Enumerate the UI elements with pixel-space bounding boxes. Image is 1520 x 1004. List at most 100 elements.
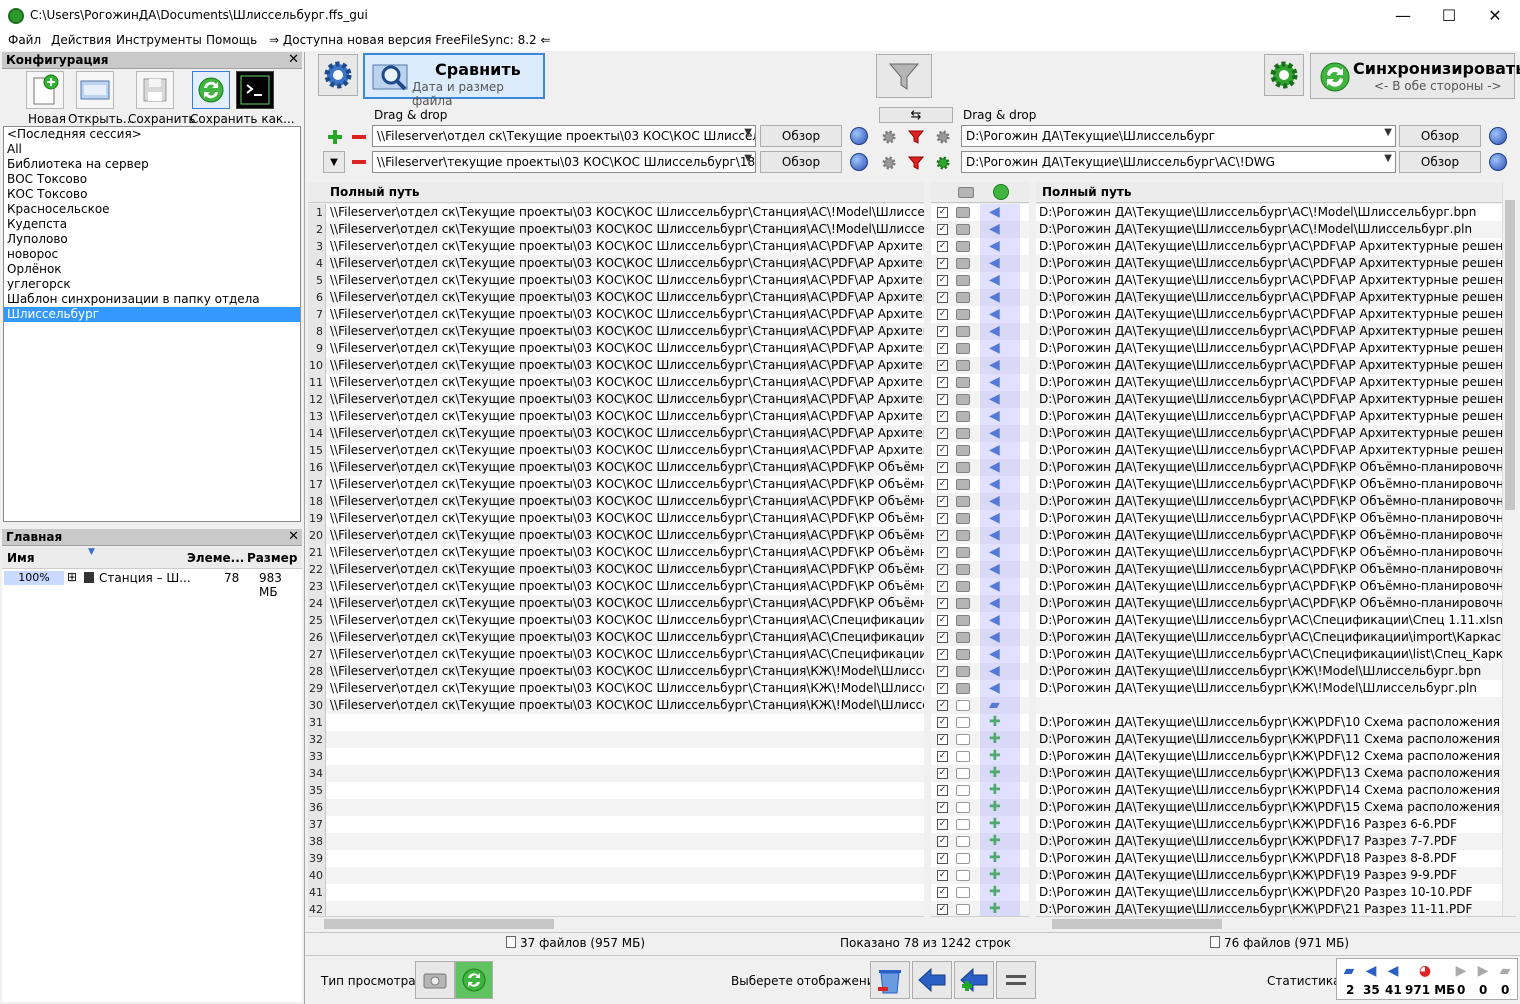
table-row[interactable]: 42 bbox=[308, 901, 924, 916]
sync-direction-header-icon[interactable] bbox=[993, 184, 1009, 200]
config-panel-close-icon[interactable]: ✕ bbox=[288, 52, 299, 67]
create-left-icon[interactable]: ✚ bbox=[989, 902, 1001, 917]
add-folder-pair-icon[interactable] bbox=[325, 127, 345, 147]
action-row[interactable]: ✓ ◀ bbox=[931, 510, 1029, 527]
create-left-icon[interactable]: ✚ bbox=[989, 834, 1001, 849]
right-path-cell[interactable]: D:\Рогожин ДА\Текущие\Шлиссельбург\КЖ\PD… bbox=[1036, 765, 1502, 782]
action-row[interactable]: ✓ ◀ bbox=[931, 221, 1029, 238]
overview-row-name[interactable]: Станция – Ш... bbox=[99, 571, 191, 585]
right-path-cell[interactable]: D:\Рогожин ДА\Текущие\Шлиссельбург\КЖ\PD… bbox=[1036, 816, 1502, 833]
right-path-cell[interactable]: D:\Рогожин ДА\Текущие\Шлиссельбург\АС\PD… bbox=[1036, 459, 1502, 476]
action-row[interactable]: ✓ ◀ bbox=[931, 391, 1029, 408]
right-path-cell[interactable]: D:\Рогожин ДА\Текущие\Шлиссельбург\АС\PD… bbox=[1036, 561, 1502, 578]
table-row[interactable]: 21 \\Fileserver\отдел ск\Текущие проекты\… bbox=[308, 544, 924, 561]
cloud-globe-icon[interactable] bbox=[850, 153, 868, 171]
cloud-globe-icon[interactable] bbox=[1489, 127, 1507, 145]
table-row[interactable]: 25 \\Fileserver\отдел ск\Текущие проекты\… bbox=[308, 612, 924, 629]
include-checkbox[interactable]: ✓ bbox=[937, 479, 948, 490]
chevron-down-icon[interactable]: ▼ bbox=[744, 127, 752, 138]
browse-right-button-2[interactable]: Обзор bbox=[1399, 151, 1481, 173]
table-row[interactable]: 4 \\Fileserver\отдел ск\Текущие проекты\0… bbox=[308, 255, 924, 272]
include-checkbox[interactable]: ✓ bbox=[937, 496, 948, 507]
left-folder-input-2[interactable]: \\Fileserver\текущие проекты\03 КОС\КОС … bbox=[372, 151, 756, 173]
config-list-item[interactable]: Орлёнок bbox=[4, 262, 300, 277]
right-path-cell[interactable]: D:\Рогожин ДА\Текущие\Шлиссельбург\АС\PD… bbox=[1036, 442, 1502, 459]
arrow-left-icon[interactable]: ◀ bbox=[989, 324, 1000, 339]
right-path-cell[interactable]: D:\Рогожин ДА\Текущие\Шлиссельбург\АС\PD… bbox=[1036, 306, 1502, 323]
table-row[interactable]: 28 \\Fileserver\отдел ск\Текущие проекты\… bbox=[308, 663, 924, 680]
include-checkbox[interactable]: ✓ bbox=[937, 547, 948, 558]
config-list-item[interactable]: Шлиссельбург bbox=[4, 307, 300, 322]
right-folder-input-2[interactable]: D:\Рогожин ДА\Текущие\Шлиссельбург\АС\!D… bbox=[961, 151, 1396, 173]
table-row[interactable]: 27 \\Fileserver\отдел ск\Текущие проекты\… bbox=[308, 646, 924, 663]
create-left-icon[interactable]: ✚ bbox=[989, 783, 1001, 798]
include-checkbox[interactable]: ✓ bbox=[937, 751, 948, 762]
right-path-cell[interactable]: D:\Рогожин ДА\Текущие\Шлиссельбург\АС\PD… bbox=[1036, 340, 1502, 357]
alt-compare-settings-icon[interactable] bbox=[879, 153, 899, 173]
action-row[interactable]: ✓ ◀ bbox=[931, 272, 1029, 289]
arrow-left-icon[interactable]: ◀ bbox=[989, 426, 1000, 441]
arrow-left-icon[interactable]: ◀ bbox=[989, 545, 1000, 560]
menu-tools[interactable]: Инструменты bbox=[116, 33, 202, 47]
local-filter-icon[interactable] bbox=[906, 127, 926, 147]
config-list-item[interactable]: Красносельское bbox=[4, 202, 300, 217]
action-row[interactable]: ✓ ◀ bbox=[931, 663, 1029, 680]
chevron-down-icon[interactable]: ▼ bbox=[1384, 153, 1392, 164]
action-row[interactable]: ✓ ◀ bbox=[931, 425, 1029, 442]
arrow-left-icon[interactable]: ◀ bbox=[989, 256, 1000, 271]
action-row[interactable]: ✓ ◀ bbox=[931, 204, 1029, 221]
table-row[interactable]: 10 \\Fileserver\отдел ск\Текущие проекты\… bbox=[308, 357, 924, 374]
config-list-item[interactable]: Кудепста bbox=[4, 217, 300, 232]
right-path-cell[interactable]: D:\Рогожин ДА\Текущие\Шлиссельбург\КЖ\PD… bbox=[1036, 799, 1502, 816]
action-row[interactable]: ✓ ◀ bbox=[931, 595, 1029, 612]
right-path-cell[interactable]: D:\Рогожин ДА\Текущие\Шлиссельбург\АС\!M… bbox=[1036, 204, 1502, 221]
table-row[interactable]: 40 bbox=[308, 867, 924, 884]
action-row[interactable]: ✓ ✚ bbox=[931, 833, 1029, 850]
delete-icon[interactable]: ▰ bbox=[989, 698, 1000, 713]
right-path-cell[interactable]: D:\Рогожин ДА\Текущие\Шлиссельбург\АС\PD… bbox=[1036, 391, 1502, 408]
create-left-icon[interactable]: ✚ bbox=[989, 766, 1001, 781]
action-row[interactable]: ✓ ✚ bbox=[931, 782, 1029, 799]
create-left-icon[interactable]: ✚ bbox=[989, 817, 1001, 832]
table-row[interactable]: 16 \\Fileserver\отдел ск\Текущие проекты\… bbox=[308, 459, 924, 476]
table-row[interactable]: 3 \\Fileserver\отдел ск\Текущие проекты\0… bbox=[308, 238, 924, 255]
action-row[interactable]: ✓ ✚ bbox=[931, 714, 1029, 731]
action-row[interactable]: ✓ ◀ bbox=[931, 238, 1029, 255]
action-row[interactable]: ✓ ◀ bbox=[931, 459, 1029, 476]
remove-folder-pair-icon[interactable] bbox=[349, 127, 369, 147]
table-row[interactable]: 35 bbox=[308, 782, 924, 799]
col-name[interactable]: Имя bbox=[7, 551, 35, 565]
include-checkbox[interactable]: ✓ bbox=[937, 258, 948, 269]
minimize-button[interactable]: — bbox=[1380, 0, 1426, 31]
overview-panel-close-icon[interactable]: ✕ bbox=[288, 529, 299, 544]
right-path-cell[interactable]: D:\Рогожин ДА\Текущие\Шлиссельбург\АС\PD… bbox=[1036, 595, 1502, 612]
action-row[interactable]: ✓ ✚ bbox=[931, 816, 1029, 833]
create-left-icon[interactable]: ✚ bbox=[989, 885, 1001, 900]
arrow-left-icon[interactable]: ◀ bbox=[989, 579, 1000, 594]
include-checkbox[interactable]: ✓ bbox=[937, 870, 948, 881]
config-list-item[interactable]: углегорск bbox=[4, 277, 300, 292]
create-left-icon[interactable]: ✚ bbox=[989, 868, 1001, 883]
middle-action-grid[interactable]: ✓ ◀ ✓ ◀ ✓ ◀ ✓ ◀ ✓ ◀ ✓ ◀ ✓ ◀ ✓ ◀ ✓ ◀ ✓ ◀ ✓ ◀ ✓ ◀ ✓ ◀ ✓ ◀ ✓ ◀ ✓ ◀ ✓ ◀ ✓ ◀ ✓ ◀ ✓ ◀… bbox=[931, 204, 1029, 916]
left-hscroll-thumb[interactable] bbox=[324, 919, 554, 929]
include-checkbox[interactable]: ✓ bbox=[937, 462, 948, 473]
browse-left-button-1[interactable]: Обзор bbox=[760, 125, 842, 147]
right-path-cell[interactable]: D:\Рогожин ДА\Текущие\Шлиссельбург\АС\PD… bbox=[1036, 544, 1502, 561]
arrow-left-icon[interactable]: ◀ bbox=[989, 307, 1000, 322]
table-row[interactable]: 9 \\Fileserver\отдел ск\Текущие проекты\0… bbox=[308, 340, 924, 357]
arrow-left-icon[interactable]: ◀ bbox=[989, 392, 1000, 407]
create-left-icon[interactable]: ✚ bbox=[989, 715, 1001, 730]
include-checkbox[interactable]: ✓ bbox=[937, 802, 948, 813]
include-checkbox[interactable]: ✓ bbox=[937, 649, 948, 660]
right-path-cell[interactable]: D:\Рогожин ДА\Текущие\Шлиссельбург\КЖ\!M… bbox=[1036, 680, 1502, 697]
create-left-icon[interactable]: ✚ bbox=[989, 800, 1001, 815]
table-row[interactable]: 14 \\Fileserver\отдел ск\Текущие проекты\… bbox=[308, 425, 924, 442]
compare-button[interactable]: Сравнить Дата и размер файла bbox=[363, 53, 545, 108]
action-row[interactable]: ✓ ◀ bbox=[931, 578, 1029, 595]
save-as-config-button[interactable] bbox=[192, 71, 230, 109]
right-path-cell[interactable]: D:\Рогожин ДА\Текущие\Шлиссельбург\АС\PD… bbox=[1036, 493, 1502, 510]
include-checkbox[interactable]: ✓ bbox=[937, 241, 948, 252]
table-row[interactable]: 17 \\Fileserver\отдел ск\Текущие проекты\… bbox=[308, 476, 924, 493]
left-file-grid[interactable]: 1 \\Fileserver\отдел ск\Текущие проекты\0… bbox=[308, 204, 924, 916]
show-left-arrow-button[interactable] bbox=[912, 961, 952, 999]
